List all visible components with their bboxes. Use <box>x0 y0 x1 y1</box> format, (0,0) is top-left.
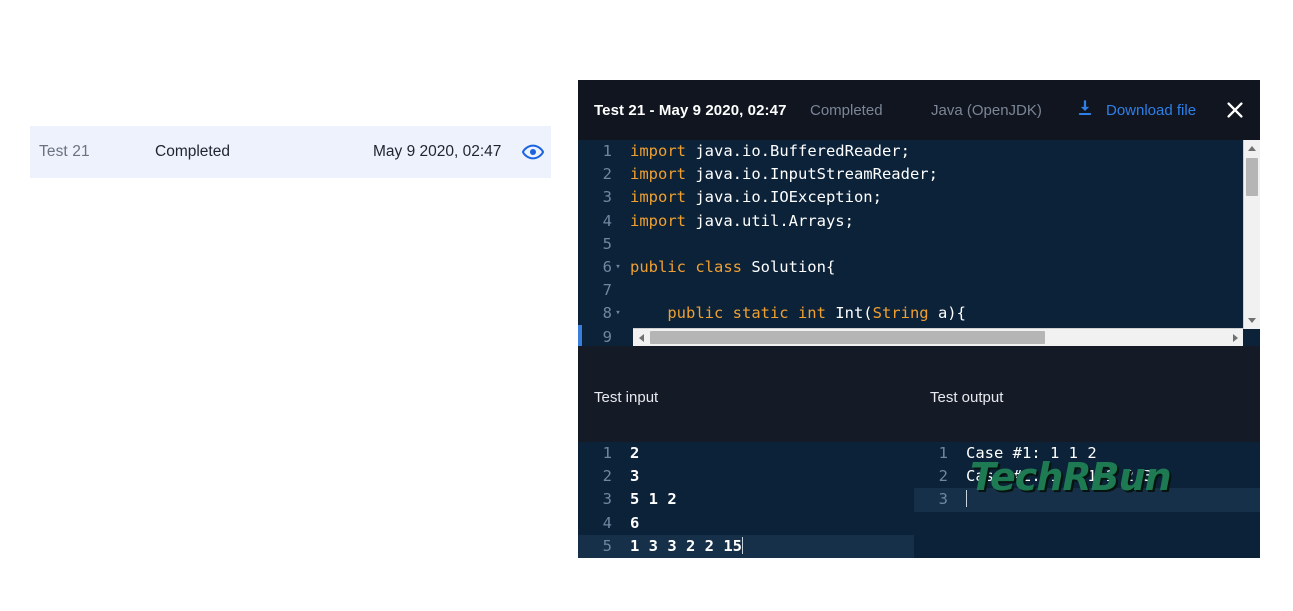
line-number: 2 <box>602 467 612 486</box>
io-line: 5 1 3 3 2 2 15 <box>578 534 914 558</box>
code-line: 2 import java.io.InputStreamReader; <box>578 163 1240 186</box>
code-text: import java.io.InputStreamReader; <box>630 165 938 184</box>
close-icon[interactable] <box>1223 98 1247 122</box>
io-line: 2 Case #2: 1 1 1 2 2 3 <box>914 465 1260 488</box>
line-number: 5 <box>602 536 612 555</box>
code-line: 4 import java.util.Arrays; <box>578 210 1240 233</box>
io-line: 3 5 1 2 <box>578 488 914 511</box>
io-text: 2 <box>630 444 640 462</box>
horizontal-scroll-thumb[interactable] <box>650 331 1045 344</box>
scroll-up-arrow-icon[interactable] <box>1244 140 1260 157</box>
test-io-section: Test input Test output 122335 1 24651 3 … <box>578 346 1260 558</box>
modal-language: Java (OpenJDK) <box>931 101 1042 119</box>
fold-arrow-icon[interactable]: ▾ <box>612 256 624 279</box>
io-line: 12 <box>578 442 914 465</box>
code-line: 8 ▾ public static int Int(String a){ <box>578 302 1240 325</box>
line-number: 4 <box>602 513 612 532</box>
modal-header: Test 21 - May 9 2020, 02:47 Completed Ja… <box>578 80 1260 140</box>
download-file-label: Download file <box>1106 101 1197 119</box>
io-text: Case #2: 1 1 1 2 2 3 <box>966 467 1153 486</box>
line-number: 3 <box>602 490 612 509</box>
modal-title: Test 21 - May 9 2020, 02:47 <box>594 101 787 119</box>
fold-arrow-icon[interactable]: ▾ <box>612 302 624 325</box>
line-number: 2 <box>938 467 948 486</box>
test-output-label: Test output <box>930 389 1004 406</box>
line-number: 3 <box>602 188 612 207</box>
code-line: 3 import java.io.IOException; <box>578 186 1240 209</box>
vertical-scroll-thumb[interactable] <box>1246 158 1258 196</box>
table-row[interactable]: Test 21 Completed May 9 2020, 02:47 <box>30 126 551 178</box>
io-text: Case #1: 1 1 2 <box>966 444 1097 462</box>
eye-icon[interactable] <box>521 140 545 164</box>
line-number: 7 <box>602 281 612 300</box>
line-number: 9 <box>602 327 612 346</box>
text-caret <box>966 490 967 508</box>
line-number: 8 <box>602 304 612 323</box>
code-horizontal-scrollbar[interactable] <box>633 328 1243 346</box>
io-text: 3 <box>630 467 640 486</box>
scroll-right-arrow-icon[interactable] <box>1227 329 1243 346</box>
code-line: 6 ▾ public class Solution{ <box>578 256 1240 279</box>
test-output-editor[interactable]: 1 Case #1: 1 1 2 2 Case #2: 1 1 1 2 2 33 Te… <box>914 442 1260 558</box>
line-number: 1 <box>602 142 612 160</box>
screenshot-root: Test 21 Completed May 9 2020, 02:47 Test… <box>0 0 1293 611</box>
line-number: 5 <box>602 234 612 253</box>
test-status: Completed <box>155 143 230 160</box>
code-line: 5 <box>578 233 1240 256</box>
test-input-editor[interactable]: 122335 1 24651 3 3 2 2 15 <box>578 442 914 558</box>
scroll-down-arrow-icon[interactable] <box>1244 312 1260 329</box>
code-lines: 1 import java.io.BufferedReader; 2 import j… <box>578 140 1240 346</box>
download-file-button[interactable]: Download file <box>1076 99 1196 122</box>
test-input-label: Test input <box>594 389 659 406</box>
line-number: 4 <box>602 211 612 230</box>
io-line: 3 <box>914 488 1260 512</box>
code-line: 7 <box>578 279 1240 302</box>
code-vertical-scrollbar[interactable] <box>1243 140 1260 329</box>
code-text: public class Solution{ <box>630 257 836 276</box>
text-caret <box>741 536 743 554</box>
io-line: 1 Case #1: 1 1 2 <box>914 442 1260 465</box>
line-number: 1 <box>938 444 948 462</box>
line-number: 3 <box>938 490 948 509</box>
line-number: 2 <box>602 165 612 184</box>
io-text: 1 3 3 2 2 15 <box>630 536 742 555</box>
code-line: 1 import java.io.BufferedReader; <box>578 140 1240 163</box>
line-number: 6 <box>602 257 612 276</box>
io-line: 23 <box>578 465 914 488</box>
test-detail-modal: Test 21 - May 9 2020, 02:47 Completed Ja… <box>578 80 1260 558</box>
io-line: 46 <box>578 512 914 535</box>
scroll-left-arrow-icon[interactable] <box>633 329 649 346</box>
code-editor[interactable]: 1 import java.io.BufferedReader; 2 import j… <box>578 140 1260 346</box>
io-text: 6 <box>630 513 640 532</box>
test-name: Test 21 <box>39 143 90 160</box>
line-number: 1 <box>602 444 612 462</box>
test-date: May 9 2020, 02:47 <box>373 143 502 160</box>
io-text: 5 1 2 <box>630 490 677 509</box>
download-icon <box>1076 99 1094 122</box>
code-text: public static int Int(String a){ <box>630 304 966 323</box>
modal-status: Completed <box>810 101 883 119</box>
code-text: import java.io.IOException; <box>630 188 882 207</box>
code-text: import java.util.Arrays; <box>630 211 854 230</box>
code-text: import java.io.BufferedReader; <box>630 142 910 160</box>
